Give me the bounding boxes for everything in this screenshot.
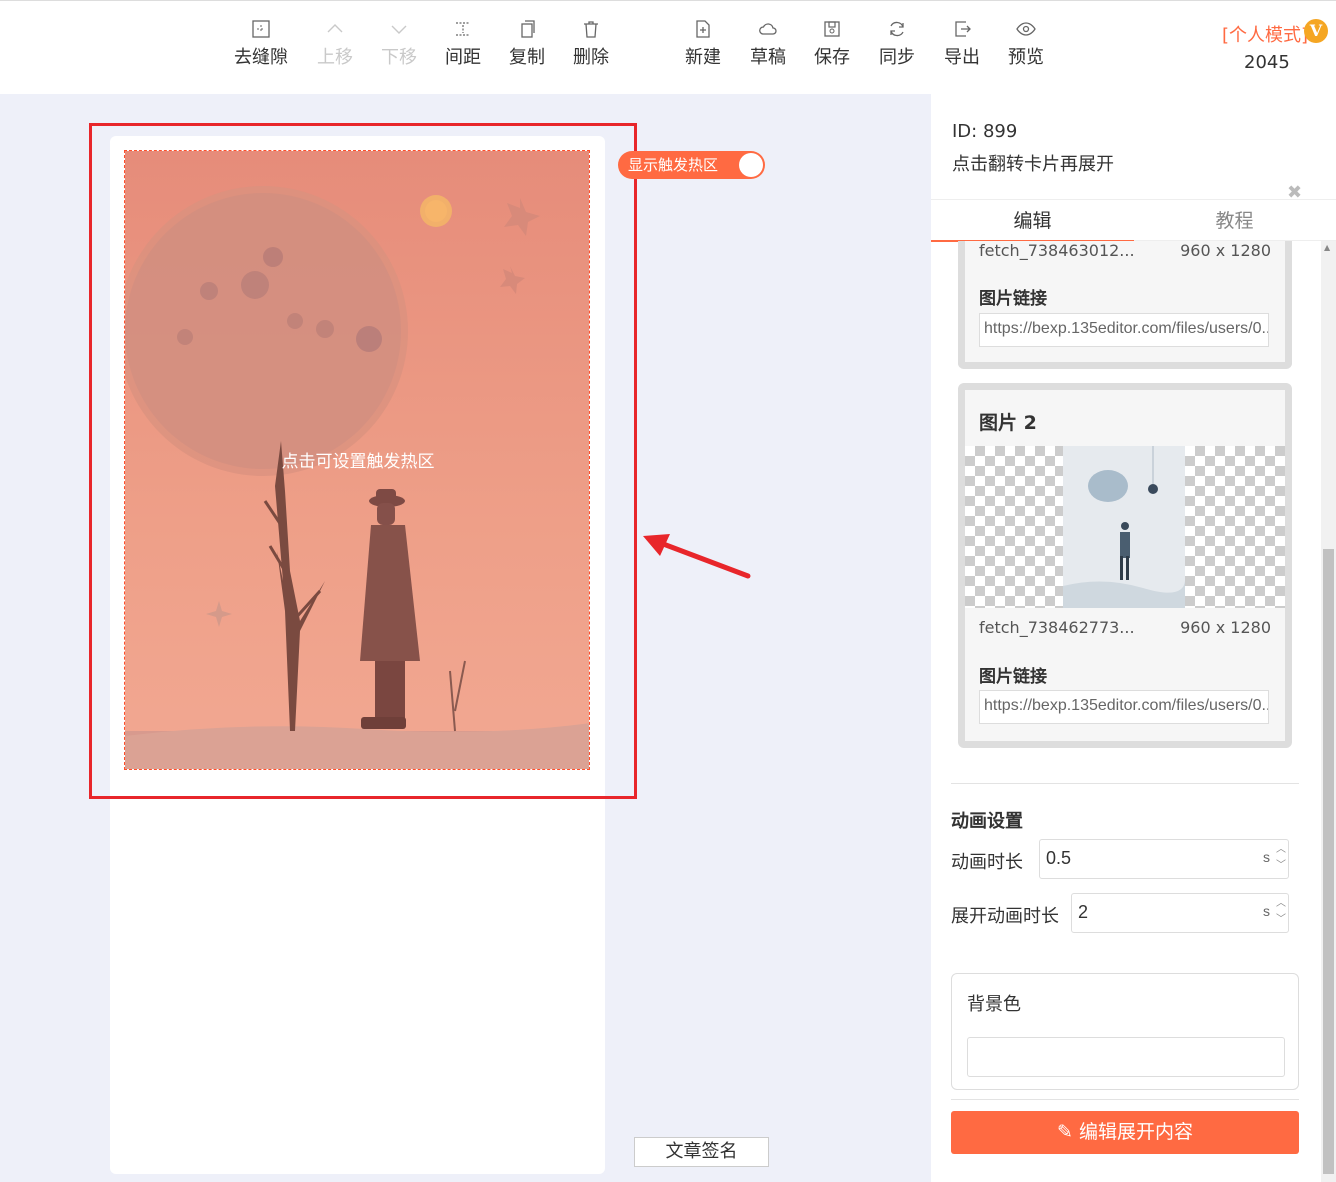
save-icon (822, 19, 842, 39)
bg-color-input[interactable] (967, 1037, 1285, 1077)
divider (951, 1099, 1299, 1100)
image-preview[interactable] (965, 446, 1285, 608)
vip-icon: V (1304, 19, 1328, 43)
spacing-button[interactable]: 间距 (431, 19, 495, 69)
preview-button[interactable]: 预览 (994, 19, 1058, 69)
top-toolbar: 去缝隙 上移 下移 间距 复制 删除 新建 草稿 保存 同步 导出 预览 [个人… (0, 0, 1336, 94)
new-file-icon (693, 19, 713, 39)
stepper-icon[interactable]: ︿ ﹀ (1276, 842, 1286, 874)
panel-scroll-area: fetch_738463012... 960 x 1280 图片链接 https… (931, 241, 1321, 1182)
export-button[interactable]: 导出 (930, 19, 994, 69)
draft-button[interactable]: 草稿 (736, 19, 800, 69)
image-card-1: fetch_738463012... 960 x 1280 图片链接 https… (958, 241, 1292, 369)
eye-icon (1016, 19, 1036, 39)
signature-button[interactable]: 文章签名 (634, 1137, 769, 1167)
template-id: ID: 899 (952, 121, 1018, 142)
file-size: 960 x 1280 (1180, 241, 1271, 260)
mode-number: 2045 (1244, 52, 1290, 73)
divider (951, 783, 1299, 784)
duration-input[interactable]: 0.5 s ︿ ﹀ (1039, 839, 1289, 879)
sync-button[interactable]: 同步 (865, 19, 929, 69)
file-size: 960 x 1280 (1180, 618, 1271, 637)
pencil-icon: ✎ (1057, 1121, 1079, 1143)
delete-button[interactable]: 删除 (559, 19, 623, 69)
image-link-input[interactable]: https://bexp.135editor.com/files/users/0… (979, 313, 1269, 347)
expand-duration-label: 展开动画时长 (951, 906, 1059, 927)
cloud-icon (758, 19, 778, 39)
edit-expand-button[interactable]: ✎ 编辑展开内容 (951, 1111, 1299, 1154)
scroll-up-icon[interactable]: ▲ (1324, 243, 1330, 252)
sync-icon (887, 19, 907, 39)
image-link-input[interactable]: https://bexp.135editor.com/files/users/0… (979, 690, 1269, 724)
scroll-thumb[interactable] (1323, 549, 1334, 1174)
no-gap-icon (251, 19, 271, 39)
show-hotzone-toggle[interactable]: 显示触发热区 (618, 151, 765, 179)
thumbnail-image (1063, 446, 1185, 608)
template-description: 点击翻转卡片再展开 (952, 154, 1114, 175)
export-icon (952, 19, 972, 39)
file-name: fetch_738462773... (979, 618, 1135, 637)
bg-color-label: 背景色 (967, 994, 1021, 1015)
copy-button[interactable]: 复制 (495, 19, 559, 69)
toggle-knob (739, 153, 763, 177)
chevron-up-icon (325, 19, 345, 39)
hotzone-hint: 点击可设置触发热区 (281, 452, 435, 472)
card-title: 图片 2 (979, 412, 1037, 434)
duration-label: 动画时长 (951, 852, 1023, 873)
move-down-button[interactable]: 下移 (367, 19, 431, 69)
no-gap-button[interactable]: 去缝隙 (229, 19, 293, 69)
new-button[interactable]: 新建 (671, 19, 735, 69)
bg-color-box: 背景色 (951, 973, 1299, 1090)
personal-mode-link[interactable]: [个人模式] (1222, 21, 1308, 47)
toggle-label: 显示触发热区 (628, 156, 719, 174)
animation-section-title: 动画设置 (951, 811, 1023, 832)
tab-edit[interactable]: 编辑 (931, 200, 1134, 242)
file-name: fetch_738463012... (979, 241, 1135, 260)
stepper-icon[interactable]: ︿ ﹀ (1276, 896, 1286, 928)
copy-icon (517, 19, 537, 39)
panel-tabs: 编辑 教程 (931, 199, 1336, 242)
link-label: 图片链接 (979, 667, 1047, 687)
spacing-icon (453, 19, 473, 39)
panel-scrollbar[interactable]: ▲ (1321, 241, 1336, 1182)
image-card-2: 图片 2 fetch_738462773... 960 x 1280 图片链接 … (958, 383, 1292, 748)
trash-icon (581, 19, 601, 39)
move-up-button[interactable]: 上移 (303, 19, 367, 69)
red-arrow-icon (643, 534, 751, 579)
right-panel: ID: 899 点击翻转卡片再展开 ✖ 编辑 教程 fetch_73846301… (931, 94, 1336, 1182)
link-label: 图片链接 (979, 289, 1047, 309)
tab-tutorial[interactable]: 教程 (1133, 200, 1336, 242)
expand-duration-input[interactable]: 2 s ︿ ﹀ (1071, 893, 1289, 933)
save-button[interactable]: 保存 (800, 19, 864, 69)
flip-card-image[interactable]: 点击可设置触发热区 (124, 150, 590, 770)
chevron-down-icon (389, 19, 409, 39)
